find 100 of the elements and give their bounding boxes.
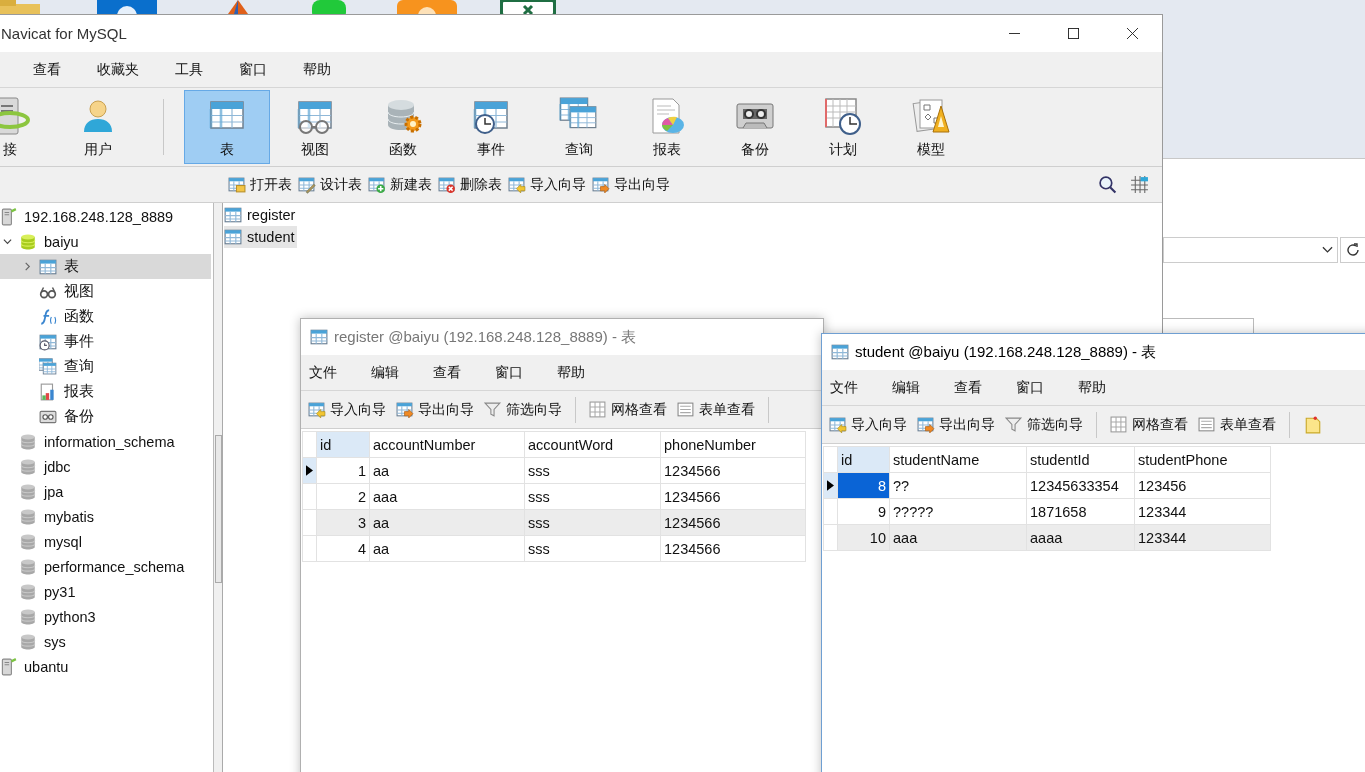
table-cell[interactable]: 2 [316, 483, 370, 510]
table-cell[interactable]: 12345633354 [1026, 472, 1135, 499]
table-cell[interactable]: aaaa [1026, 524, 1135, 551]
chevron-right-icon[interactable] [23, 262, 32, 271]
tree-item[interactable]: jpa [0, 479, 211, 504]
table-cell[interactable]: 1234566 [660, 483, 806, 510]
app-tile-icon[interactable] [397, 0, 457, 14]
toolbar-button[interactable]: 模型 [888, 90, 974, 164]
app-tile-icon[interactable] [312, 0, 346, 14]
table-cell[interactable]: 123344 [1134, 524, 1271, 551]
tree-item[interactable]: 表 [0, 254, 211, 279]
table-cell[interactable]: 123456 [1134, 472, 1271, 499]
column-header[interactable]: studentId [1026, 446, 1135, 473]
table-cell[interactable]: 123344 [1134, 498, 1271, 525]
toolbar-button[interactable]: 视图 [272, 90, 358, 164]
toolbar-button[interactable]: 事件 [448, 90, 534, 164]
toolbar-button[interactable]: 表单查看 [1195, 411, 1279, 438]
table-cell[interactable]: sss [524, 457, 661, 484]
toolbar-button[interactable]: 网格查看 [1107, 411, 1191, 438]
tree-item[interactable]: baiyu [0, 229, 211, 254]
tree-item[interactable]: jdbc [0, 454, 211, 479]
menu-item[interactable]: 查看 [433, 363, 461, 382]
tree-item[interactable]: 事件 [0, 329, 211, 354]
table-cell[interactable]: aaa [369, 483, 525, 510]
grid-icon[interactable] [1130, 175, 1149, 194]
toolbar-button[interactable]: 删除表 [435, 171, 505, 198]
table-cell[interactable]: aa [369, 509, 525, 536]
menu-item[interactable]: 收藏夹 [97, 60, 139, 79]
menu-item[interactable]: 查看 [954, 378, 982, 397]
app-tile-icon[interactable] [97, 0, 157, 14]
tree-item[interactable]: 查询 [0, 354, 211, 379]
menu-item[interactable]: 帮助 [557, 363, 585, 382]
tree-item[interactable]: 函数 [0, 304, 211, 329]
tree-item[interactable]: sys [0, 629, 211, 654]
dropdown-field[interactable] [1163, 237, 1338, 263]
column-header[interactable]: id [837, 446, 890, 473]
toolbar-button[interactable]: 筛选向导 [481, 396, 565, 423]
tree-item[interactable]: mysql [0, 529, 211, 554]
toolbar-button[interactable]: 表单查看 [674, 396, 758, 423]
tree-item[interactable]: mybatis [0, 504, 211, 529]
column-header[interactable]: accountNumber [369, 431, 525, 458]
tree-item[interactable]: ubantu [0, 654, 211, 679]
toolbar-button[interactable]: 报表 [624, 90, 710, 164]
menu-item[interactable]: 文件 [830, 378, 858, 397]
menu-item[interactable]: 工具 [175, 60, 203, 79]
toolbar-button[interactable]: 新建表 [365, 171, 435, 198]
toolbar-button[interactable]: 用户 [55, 90, 141, 164]
table-cell[interactable]: sss [524, 483, 661, 510]
tree-item[interactable]: 192.168.248.128_8889 [0, 204, 211, 229]
tree-item[interactable]: information_schema [0, 429, 211, 454]
table-item[interactable]: register [224, 204, 298, 226]
menu-item[interactable]: 文件 [309, 363, 337, 382]
menu-item[interactable]: 帮助 [1078, 378, 1106, 397]
sheet-icon[interactable] [500, 0, 556, 14]
toolbar-button[interactable]: 导入向导 [305, 396, 389, 423]
toolbar-button[interactable]: 导入向导 [505, 171, 589, 198]
menu-item[interactable]: 编辑 [371, 363, 399, 382]
table-cell[interactable]: 4 [316, 535, 370, 562]
toolbar-button[interactable]: 导出向导 [393, 396, 477, 423]
toolbar-button[interactable]: 表 [184, 90, 270, 164]
toolbar-button[interactable]: 备份 [712, 90, 798, 164]
table-cell[interactable]: 1234566 [660, 457, 806, 484]
column-header[interactable]: studentName [889, 446, 1027, 473]
menu-item[interactable]: 帮助 [303, 60, 331, 79]
splitter-handle[interactable] [215, 435, 222, 583]
table-cell[interactable]: aa [369, 457, 525, 484]
menu-item[interactable]: 窗口 [1016, 378, 1044, 397]
menu-item[interactable]: 编辑 [892, 378, 920, 397]
tree-item[interactable]: py31 [0, 579, 211, 604]
table-cell[interactable]: aa [369, 535, 525, 562]
toolbar-button[interactable]: 接 [0, 90, 53, 164]
tree-item[interactable]: python3 [0, 604, 211, 629]
menu-item[interactable]: 窗口 [239, 60, 267, 79]
table-item[interactable]: student [224, 226, 297, 248]
refresh-button[interactable] [1340, 237, 1365, 263]
column-header[interactable]: studentPhone [1134, 446, 1271, 473]
menu-item[interactable]: 查看 [33, 60, 61, 79]
note-icon[interactable] [1304, 415, 1322, 434]
table-cell[interactable]: sss [524, 535, 661, 562]
toolbar-button[interactable]: 导入向导 [826, 411, 910, 438]
tree-item[interactable]: 视图 [0, 279, 211, 304]
toolbar-button[interactable]: 设计表 [295, 171, 365, 198]
table-cell[interactable]: ?? [889, 472, 1027, 499]
column-header[interactable]: id [316, 431, 370, 458]
column-header[interactable]: accountWord [524, 431, 661, 458]
close-icon[interactable] [1127, 28, 1138, 39]
tree-item[interactable]: performance_schema [0, 554, 211, 579]
toolbar-button[interactable]: 计划 [800, 90, 886, 164]
table-cell[interactable]: 9 [837, 498, 890, 525]
tree-item[interactable]: 报表 [0, 379, 211, 404]
toolbar-button[interactable]: 函数 [360, 90, 446, 164]
table-cell[interactable]: 1 [316, 457, 370, 484]
menu-item[interactable]: 窗口 [495, 363, 523, 382]
toolbar-button[interactable]: 网格查看 [586, 396, 670, 423]
toolbar-button[interactable]: 导出向导 [589, 171, 673, 198]
search-icon[interactable] [1098, 175, 1117, 194]
chevron-down-icon[interactable] [3, 237, 12, 246]
table-cell[interactable]: aaa [889, 524, 1027, 551]
table-cell[interactable]: 1234566 [660, 535, 806, 562]
column-header[interactable]: phoneNumber [660, 431, 806, 458]
